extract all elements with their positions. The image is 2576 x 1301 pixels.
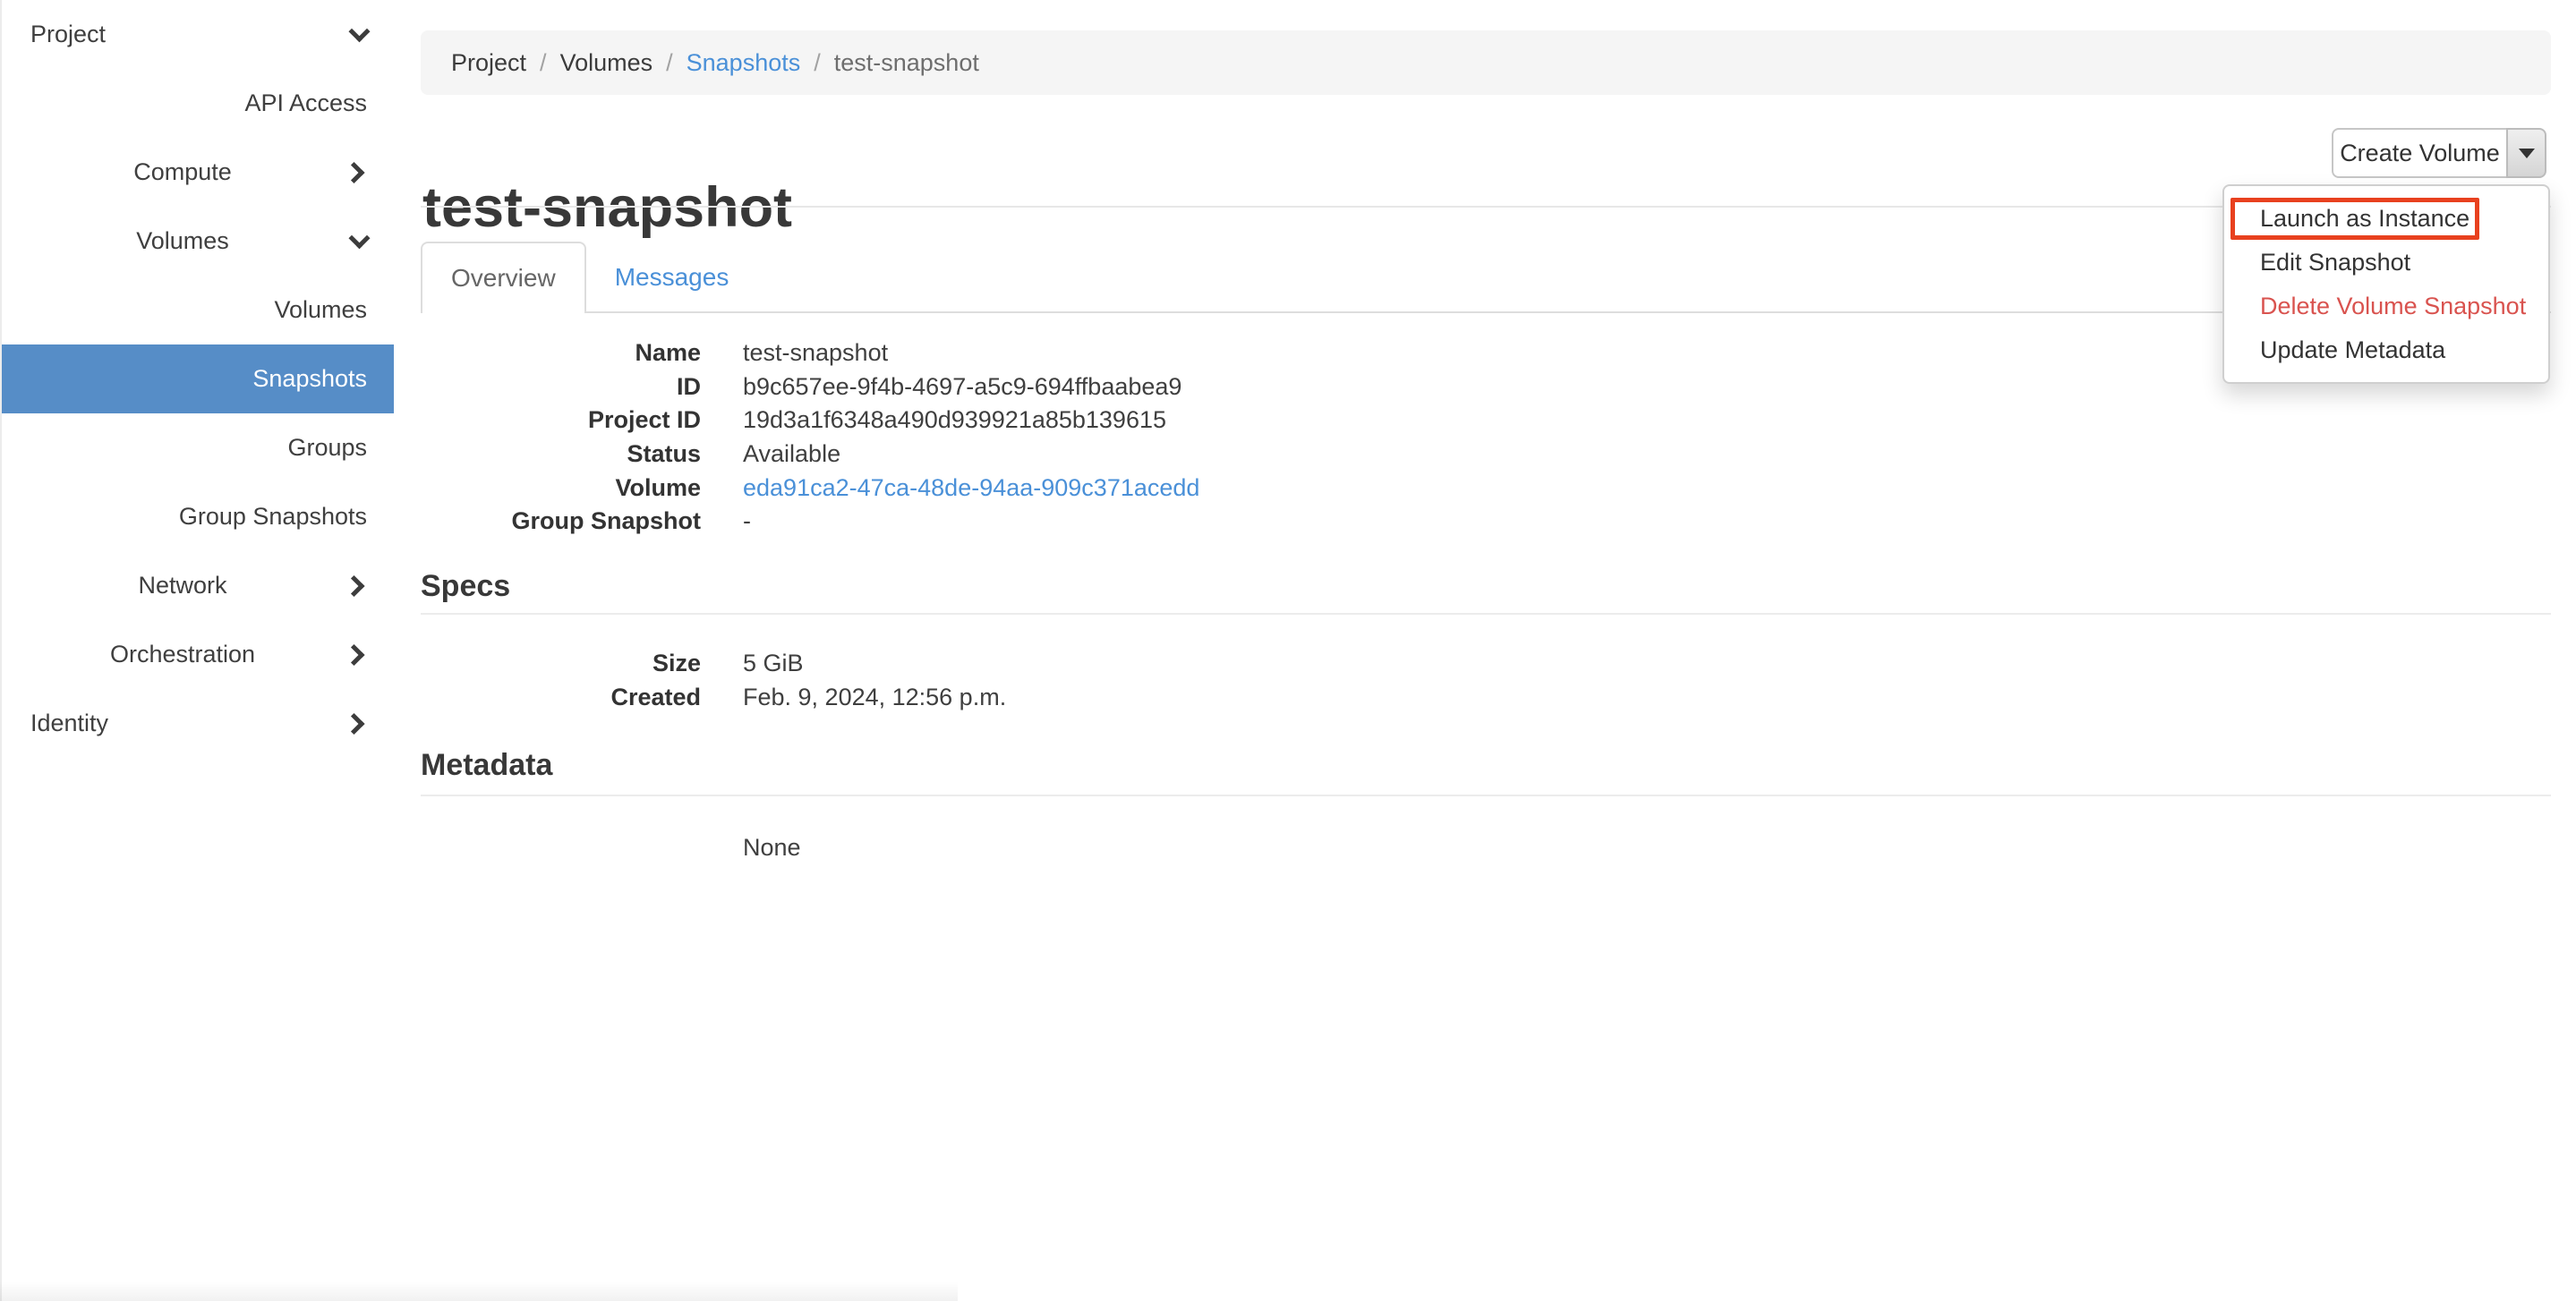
sidebar-item-label: Snapshots xyxy=(252,365,367,393)
sidebar-item[interactable]: Volumes xyxy=(2,207,394,276)
breadcrumb-item: Volumes xyxy=(560,49,653,77)
dropdown-menu-item[interactable]: Delete Volume Snapshot xyxy=(2224,285,2548,328)
breadcrumb-item: Project xyxy=(451,49,526,77)
detail-value: 5 GiB xyxy=(743,650,804,677)
sidebar-item-label: API Access xyxy=(244,89,367,117)
sidebar-item[interactable]: Network xyxy=(2,551,394,620)
actions-dropdown-toggle[interactable] xyxy=(2506,128,2546,178)
detail-value: - xyxy=(743,507,751,535)
metadata-divider xyxy=(421,795,2551,796)
page-title: test-snapshot xyxy=(422,172,792,243)
dropdown-menu-item[interactable]: Launch as Instance xyxy=(2224,197,2548,241)
actions-button-group: Create Volume xyxy=(2332,128,2546,178)
sidebar-item-label: Compute xyxy=(133,158,232,186)
chevron-icon xyxy=(343,712,364,734)
breadcrumb-separator: / xyxy=(526,49,560,77)
detail-label: Project ID xyxy=(421,406,701,434)
breadcrumb-separator: / xyxy=(653,49,687,77)
sidebar-item-label: Volumes xyxy=(136,227,229,255)
actions-dropdown-menu: Launch as Instance Edit Snapshot Delete … xyxy=(2222,184,2550,384)
detail-row: Name test-snapshot xyxy=(421,336,1942,370)
detail-label: Name xyxy=(421,339,701,367)
sidebar-item[interactable]: API Access xyxy=(2,69,394,138)
detail-value[interactable]: eda91ca2-47ca-48de-94aa-909c371acedd xyxy=(743,474,1199,502)
detail-row: Group Snapshot - xyxy=(421,505,1942,539)
detail-value: b9c657ee-9f4b-4697-a5c9-694ffbaabea9 xyxy=(743,373,1181,401)
sidebar-item[interactable]: Identity xyxy=(2,689,394,758)
tab[interactable]: Overview xyxy=(421,242,586,313)
sidebar-item-label: Volumes xyxy=(274,296,367,324)
chevron-icon xyxy=(343,161,364,183)
create-volume-button[interactable]: Create Volume xyxy=(2332,128,2508,178)
sidebar-item[interactable]: Volumes xyxy=(2,276,394,344)
sidebar-item[interactable]: Orchestration xyxy=(2,620,394,689)
horizontal-scrollbar[interactable] xyxy=(0,1281,958,1301)
detail-label: ID xyxy=(421,373,701,401)
sidebar-item-label: Project xyxy=(30,21,106,48)
sidebar-nav: Project API Access Compute Volumes Volum… xyxy=(0,0,394,1301)
breadcrumb-item[interactable]: Snapshots xyxy=(687,49,801,77)
chevron-icon xyxy=(343,643,364,665)
detail-label: Volume xyxy=(421,474,701,502)
sidebar-item-label: Groups xyxy=(287,434,367,462)
dropdown-menu-item[interactable]: Edit Snapshot xyxy=(2224,241,2548,285)
detail-row: Status Available xyxy=(421,438,1942,472)
specs-divider xyxy=(421,613,2551,615)
detail-row: Project ID 19d3a1f6348a490d939921a85b139… xyxy=(421,404,1942,438)
detail-value: Feb. 9, 2024, 12:56 p.m. xyxy=(743,684,1006,711)
caret-down-icon xyxy=(2519,149,2535,158)
detail-label: Group Snapshot xyxy=(421,507,701,535)
breadcrumb-item: test-snapshot xyxy=(834,49,979,77)
sidebar-item[interactable]: Group Snapshots xyxy=(2,482,394,551)
sidebar-item[interactable]: Groups xyxy=(2,413,394,482)
detail-row: Created Feb. 9, 2024, 12:56 p.m. xyxy=(421,681,1942,715)
tab[interactable]: Messages xyxy=(586,242,758,313)
sidebar-item-label: Group Snapshots xyxy=(179,503,367,531)
detail-label: Size xyxy=(421,650,701,677)
overview-detail-list: Name test-snapshot ID b9c657ee-9f4b-4697… xyxy=(421,336,1942,539)
sidebar-item-label: Orchestration xyxy=(110,641,255,668)
detail-value: test-snapshot xyxy=(743,339,888,367)
breadcrumb-separator: / xyxy=(800,49,834,77)
detail-label: Created xyxy=(421,684,701,711)
specs-detail-list: Size 5 GiB Created Feb. 9, 2024, 12:56 p… xyxy=(421,647,1942,714)
detail-row: Size 5 GiB xyxy=(421,647,1942,681)
detail-value: Available xyxy=(743,440,840,468)
detail-row: Volume eda91ca2-47ca-48de-94aa-909c371ac… xyxy=(421,471,1942,505)
metadata-heading: Metadata xyxy=(421,743,552,787)
sidebar-item[interactable]: Project xyxy=(2,0,394,69)
chevron-icon xyxy=(343,574,364,596)
detail-label: Status xyxy=(421,440,701,468)
chevron-icon xyxy=(348,21,370,42)
sidebar-item-label: Network xyxy=(138,572,226,599)
breadcrumb: Project / Volumes / Snapshots / test-sna… xyxy=(421,30,2551,95)
sidebar-item-label: Identity xyxy=(30,710,108,737)
chevron-icon xyxy=(348,227,370,249)
dropdown-menu-item[interactable]: Update Metadata xyxy=(2224,328,2548,372)
detail-value: 19d3a1f6348a490d939921a85b139615 xyxy=(743,406,1166,434)
tabs: Overview Messages xyxy=(421,242,757,313)
detail-row: ID b9c657ee-9f4b-4697-a5c9-694ffbaabea9 xyxy=(421,370,1942,404)
sidebar-item[interactable]: Compute xyxy=(2,138,394,207)
sidebar-item[interactable]: Snapshots xyxy=(2,344,394,413)
horizon-app: Project API Access Compute Volumes Volum… xyxy=(0,0,2576,1301)
metadata-none-value: None xyxy=(743,830,801,864)
specs-heading: Specs xyxy=(421,564,510,608)
